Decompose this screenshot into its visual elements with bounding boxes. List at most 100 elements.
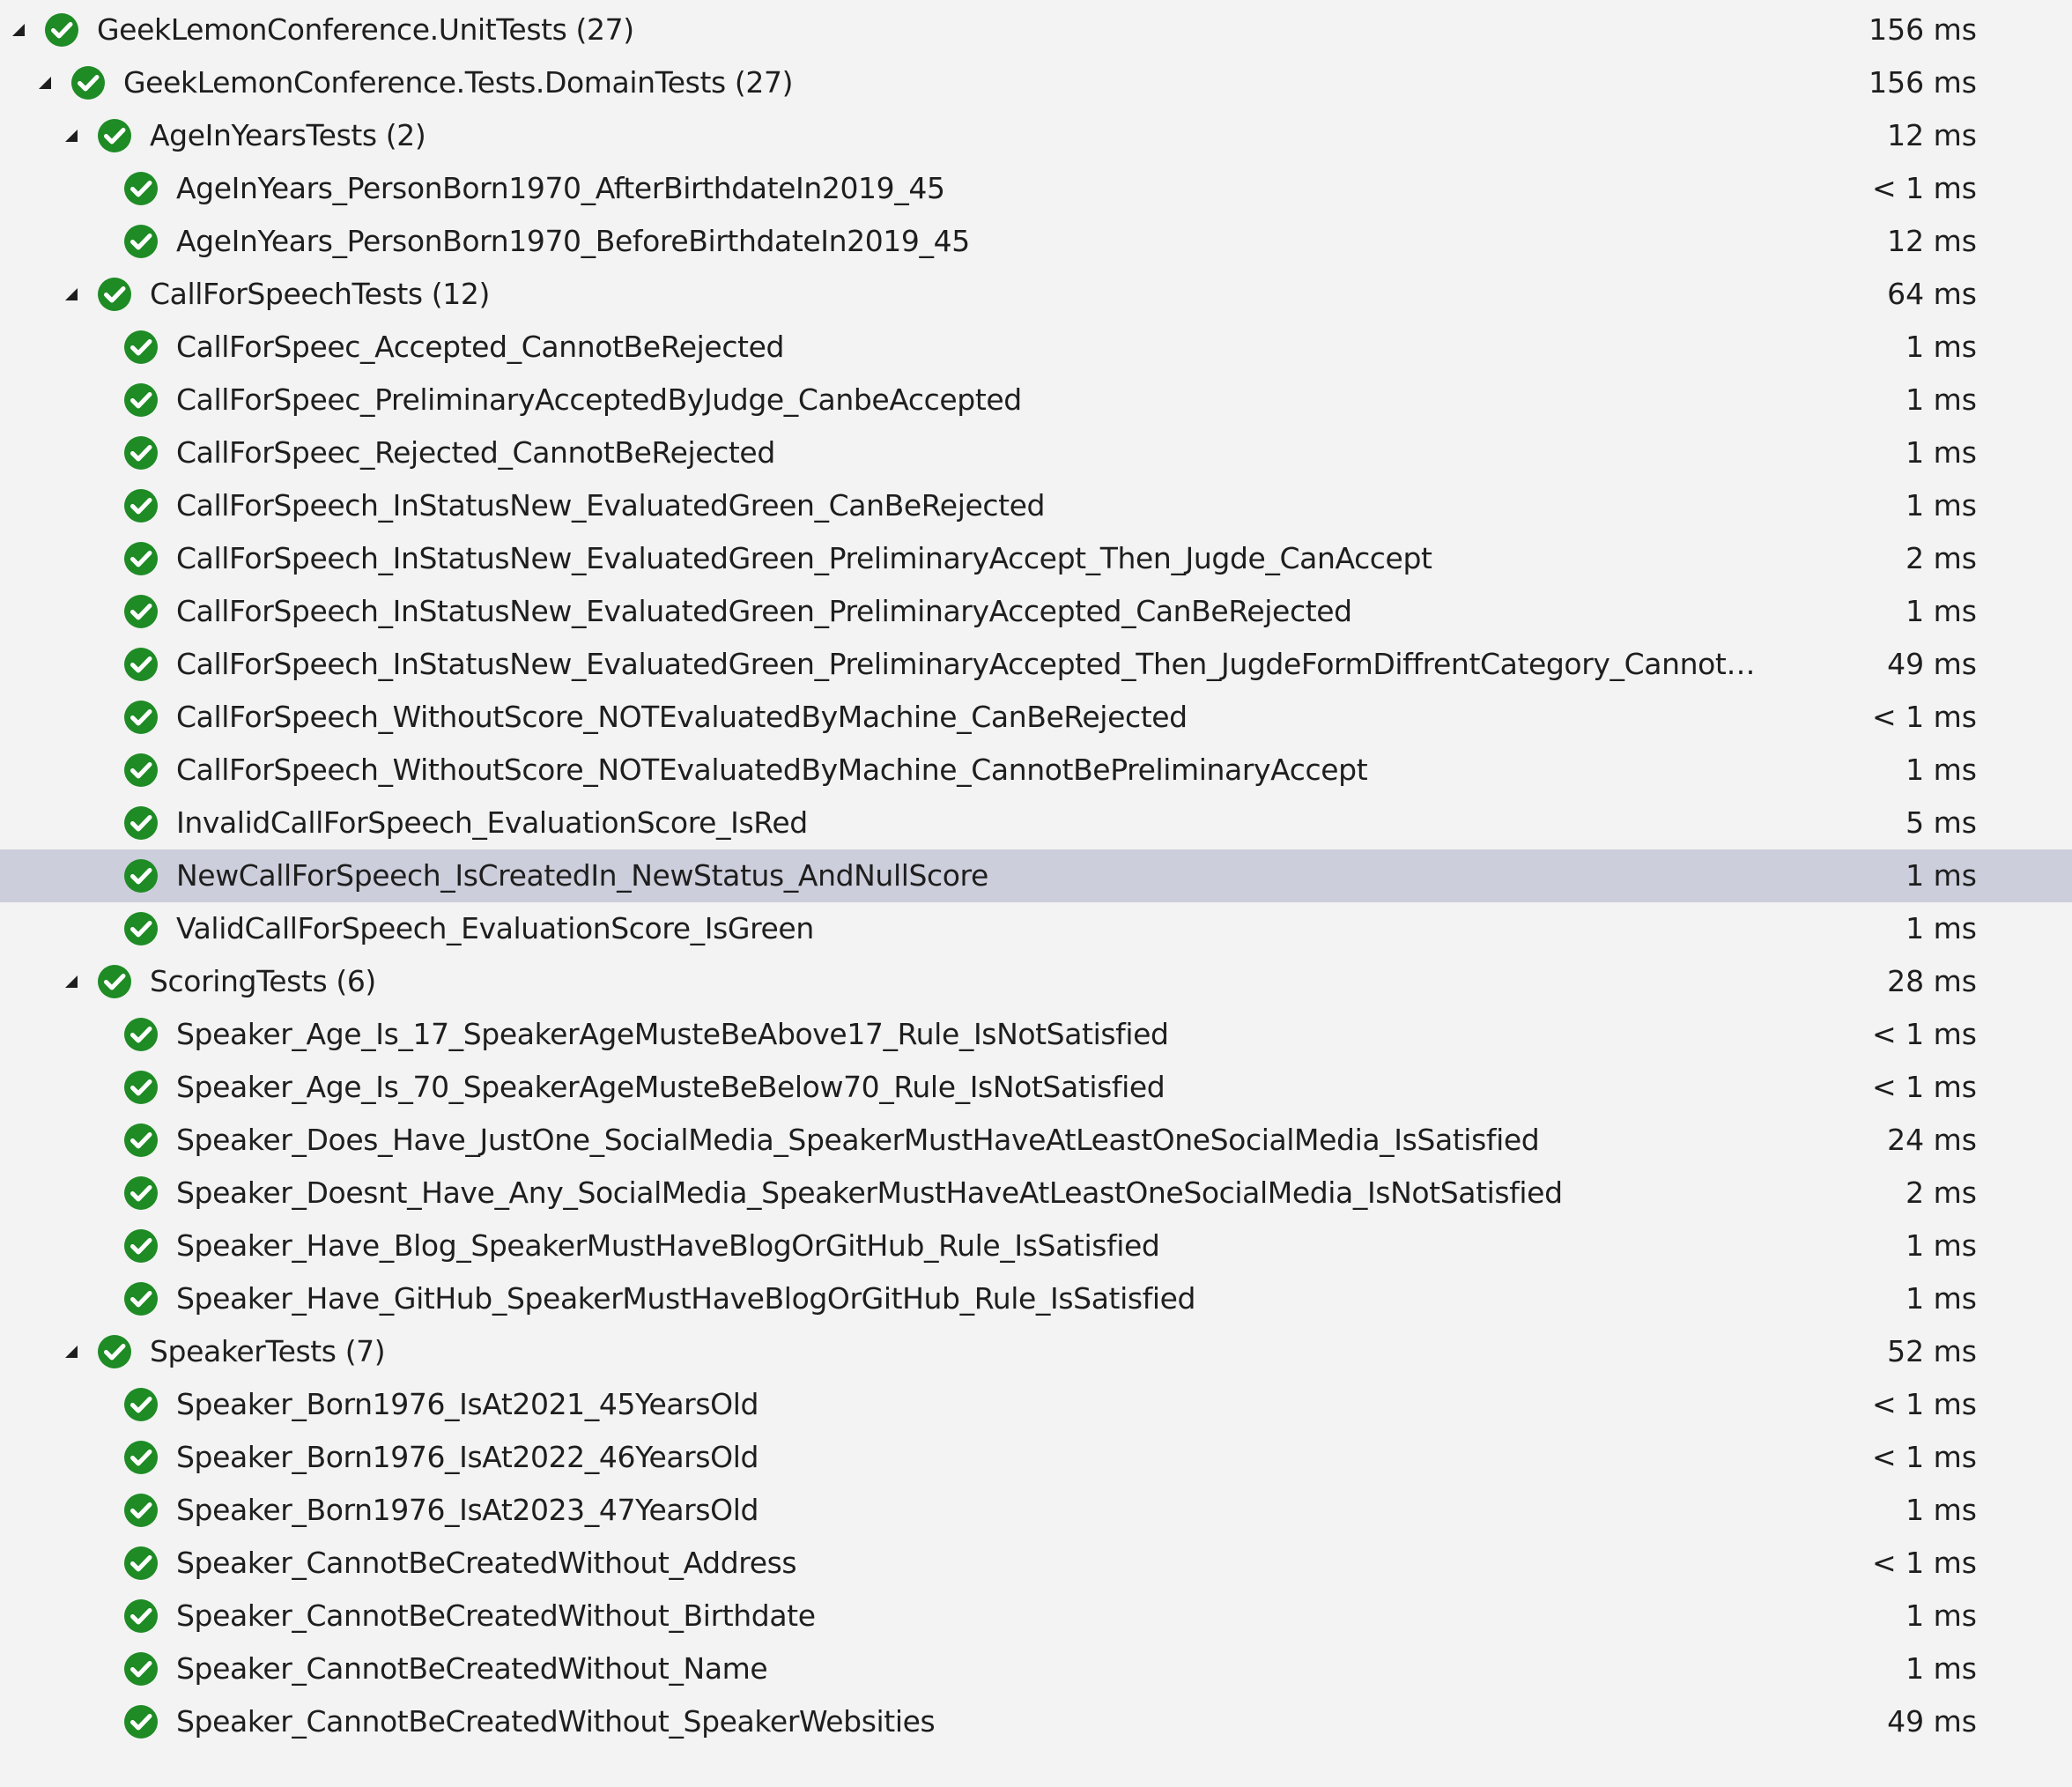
- test-passed-icon: [123, 1387, 159, 1422]
- test-duration: 12 ms: [1887, 224, 1977, 258]
- test-name: CallForSpeechTests (12): [150, 277, 490, 311]
- expanded-triangle-icon[interactable]: [65, 130, 78, 142]
- test-passed-icon: [97, 964, 132, 999]
- test-name: AgeInYearsTests (2): [150, 118, 426, 152]
- test-duration: 1 ms: [1906, 1598, 1977, 1633]
- test-duration: 52 ms: [1887, 1334, 1977, 1368]
- test-case-row[interactable]: Speaker_CannotBeCreatedWithout_Birthdate…: [0, 1590, 2072, 1642]
- test-name: Speaker_Born1976_IsAt2021_45YearsOld: [176, 1387, 759, 1421]
- test-case-row[interactable]: CallForSpeech_WithoutScore_NOTEvaluatedB…: [0, 691, 2072, 744]
- test-duration: 1 ms: [1906, 435, 1977, 470]
- test-name: CallForSpeech_WithoutScore_NOTEvaluatedB…: [176, 700, 1188, 734]
- test-case-row[interactable]: Speaker_Doesnt_Have_Any_SocialMedia_Spea…: [0, 1167, 2072, 1220]
- test-passed-icon: [70, 65, 106, 100]
- test-passed-icon: [123, 1493, 159, 1528]
- test-name: CallForSpeec_PreliminaryAcceptedByJudge_…: [176, 382, 1022, 417]
- test-group-row[interactable]: GeekLemonConference.UnitTests (27) 156 m…: [0, 4, 2072, 56]
- test-duration: 64 ms: [1887, 277, 1977, 311]
- test-case-row[interactable]: Speaker_Have_Blog_SpeakerMustHaveBlogOrG…: [0, 1220, 2072, 1272]
- expanded-triangle-icon[interactable]: [39, 77, 51, 89]
- test-group-row[interactable]: SpeakerTests (7) 52 ms: [0, 1325, 2072, 1378]
- test-duration: 12 ms: [1887, 118, 1977, 152]
- test-passed-icon: [123, 1651, 159, 1687]
- test-name: Speaker_Age_Is_17_SpeakerAgeMusteBeAbove…: [176, 1017, 1169, 1051]
- test-name: CallForSpeec_Rejected_CannotBeRejected: [176, 435, 775, 470]
- test-passed-icon: [123, 858, 159, 894]
- test-name: ValidCallForSpeech_EvaluationScore_IsGre…: [176, 911, 814, 945]
- test-case-row[interactable]: CallForSpeech_InStatusNew_EvaluatedGreen…: [0, 479, 2072, 532]
- test-duration: 1 ms: [1906, 858, 1977, 893]
- test-name: CallForSpeech_WithoutScore_NOTEvaluatedB…: [176, 753, 1368, 787]
- test-name: Speaker_Have_GitHub_SpeakerMustHaveBlogO…: [176, 1281, 1196, 1316]
- test-case-row[interactable]: Speaker_CannotBeCreatedWithout_Address <…: [0, 1537, 2072, 1590]
- expanded-triangle-icon[interactable]: [12, 24, 25, 36]
- test-duration: 1 ms: [1906, 1493, 1977, 1527]
- test-passed-icon: [97, 277, 132, 312]
- test-case-row[interactable]: Speaker_Born1976_IsAt2023_47YearsOld 1 m…: [0, 1484, 2072, 1537]
- expanded-triangle-icon[interactable]: [65, 1346, 78, 1358]
- test-duration: 2 ms: [1906, 541, 1977, 575]
- test-passed-icon: [123, 382, 159, 418]
- test-duration: 1 ms: [1906, 1281, 1977, 1316]
- test-passed-icon: [123, 488, 159, 523]
- test-case-row[interactable]: NewCallForSpeech_IsCreatedIn_NewStatus_A…: [0, 849, 2072, 902]
- test-case-row[interactable]: Speaker_Have_GitHub_SpeakerMustHaveBlogO…: [0, 1272, 2072, 1325]
- test-name: SpeakerTests (7): [150, 1334, 386, 1368]
- test-passed-icon: [123, 753, 159, 788]
- test-case-row[interactable]: CallForSpeec_Rejected_CannotBeRejected 1…: [0, 426, 2072, 479]
- test-group-row[interactable]: CallForSpeechTests (12) 64 ms: [0, 268, 2072, 321]
- test-group-row[interactable]: GeekLemonConference.Tests.DomainTests (2…: [0, 56, 2072, 109]
- test-name: Speaker_Born1976_IsAt2022_46YearsOld: [176, 1440, 759, 1474]
- test-passed-icon: [97, 118, 132, 153]
- test-case-row[interactable]: CallForSpeech_InStatusNew_EvaluatedGreen…: [0, 532, 2072, 585]
- test-name: CallForSpeech_InStatusNew_EvaluatedGreen…: [176, 647, 1762, 681]
- test-duration: 1 ms: [1906, 1228, 1977, 1263]
- test-name: Speaker_CannotBeCreatedWithout_Name: [176, 1651, 768, 1686]
- test-name: CallForSpeech_InStatusNew_EvaluatedGreen…: [176, 541, 1432, 575]
- test-duration: < 1 ms: [1872, 700, 1977, 734]
- test-duration: 49 ms: [1887, 647, 1977, 681]
- test-duration: 5 ms: [1906, 805, 1977, 840]
- test-case-row[interactable]: Speaker_Born1976_IsAt2022_46YearsOld < 1…: [0, 1431, 2072, 1484]
- expanded-triangle-icon[interactable]: [65, 975, 78, 988]
- expanded-triangle-icon[interactable]: [65, 288, 78, 300]
- test-passed-icon: [123, 1017, 159, 1052]
- test-name: Speaker_Doesnt_Have_Any_SocialMedia_Spea…: [176, 1175, 1563, 1210]
- test-case-row[interactable]: Speaker_Age_Is_17_SpeakerAgeMusteBeAbove…: [0, 1008, 2072, 1061]
- test-case-row[interactable]: ValidCallForSpeech_EvaluationScore_IsGre…: [0, 902, 2072, 955]
- test-name: Speaker_CannotBeCreatedWithout_Address: [176, 1546, 797, 1580]
- test-group-row[interactable]: ScoringTests (6) 28 ms: [0, 955, 2072, 1008]
- test-case-row[interactable]: AgeInYears_PersonBorn1970_AfterBirthdate…: [0, 162, 2072, 215]
- test-group-row[interactable]: AgeInYearsTests (2) 12 ms: [0, 109, 2072, 162]
- test-passed-icon: [97, 1334, 132, 1369]
- test-passed-icon: [123, 1704, 159, 1739]
- test-duration: < 1 ms: [1872, 1546, 1977, 1580]
- test-case-row[interactable]: CallForSpeec_PreliminaryAcceptedByJudge_…: [0, 374, 2072, 426]
- test-case-row[interactable]: CallForSpeec_Accepted_CannotBeRejected 1…: [0, 321, 2072, 374]
- test-duration: 28 ms: [1887, 964, 1977, 998]
- test-duration: 1 ms: [1906, 488, 1977, 523]
- test-passed-icon: [123, 1281, 159, 1316]
- test-name: Speaker_Have_Blog_SpeakerMustHaveBlogOrG…: [176, 1228, 1160, 1263]
- test-case-row[interactable]: CallForSpeech_WithoutScore_NOTEvaluatedB…: [0, 744, 2072, 797]
- test-passed-icon: [123, 594, 159, 629]
- test-passed-icon: [123, 1228, 159, 1264]
- test-case-row[interactable]: InvalidCallForSpeech_EvaluationScore_IsR…: [0, 797, 2072, 849]
- test-name: GeekLemonConference.Tests.DomainTests (2…: [123, 65, 794, 100]
- test-passed-icon: [123, 435, 159, 471]
- test-case-row[interactable]: Speaker_Does_Have_JustOne_SocialMedia_Sp…: [0, 1114, 2072, 1167]
- test-case-row[interactable]: CallForSpeech_InStatusNew_EvaluatedGreen…: [0, 638, 2072, 691]
- test-case-row[interactable]: Speaker_Age_Is_70_SpeakerAgeMusteBeBelow…: [0, 1061, 2072, 1114]
- test-passed-icon: [123, 330, 159, 365]
- test-passed-icon: [123, 1440, 159, 1475]
- test-case-row[interactable]: CallForSpeech_InStatusNew_EvaluatedGreen…: [0, 585, 2072, 638]
- test-case-row[interactable]: Speaker_CannotBeCreatedWithout_Name 1 ms: [0, 1642, 2072, 1695]
- test-passed-icon: [123, 911, 159, 946]
- test-case-row[interactable]: AgeInYears_PersonBorn1970_BeforeBirthdat…: [0, 215, 2072, 268]
- test-name: CallForSpeech_InStatusNew_EvaluatedGreen…: [176, 488, 1046, 523]
- test-case-row[interactable]: Speaker_Born1976_IsAt2021_45YearsOld < 1…: [0, 1378, 2072, 1431]
- test-name: Speaker_CannotBeCreatedWithout_SpeakerWe…: [176, 1704, 936, 1739]
- test-case-row[interactable]: Speaker_CannotBeCreatedWithout_SpeakerWe…: [0, 1695, 2072, 1748]
- test-passed-icon: [123, 171, 159, 206]
- test-name: ScoringTests (6): [150, 964, 376, 998]
